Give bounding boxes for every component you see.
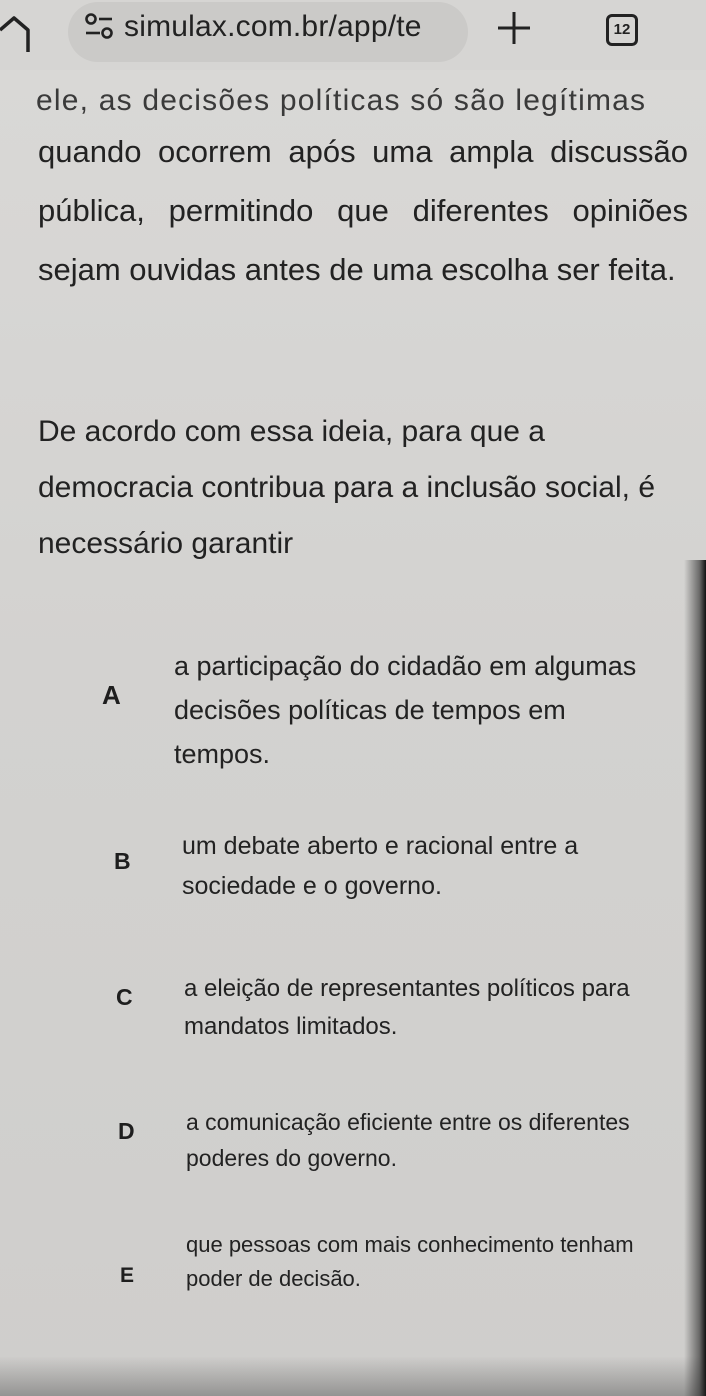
question-prompt: De acordo com essa ideia, para que a dem… (38, 415, 656, 560)
site-settings-icon[interactable] (82, 12, 116, 42)
option-d[interactable]: D a comunicação eficiente entre os difer… (74, 1084, 678, 1186)
passage-text: quando ocorrem após uma ampla discussão … (38, 134, 688, 287)
home-button[interactable] (0, 12, 46, 54)
option-text: um debate aberto e racional entre a soci… (182, 832, 579, 900)
passage-partial-line: ele, as decisões políticas só são legíti… (36, 84, 647, 117)
option-a[interactable]: A a participação do cidadão em algumas d… (74, 636, 678, 786)
option-letter: A (102, 680, 121, 710)
option-text: a eleição de representantes políticos pa… (184, 975, 630, 1040)
new-tab-button[interactable] (494, 8, 534, 48)
option-letter: D (118, 1118, 135, 1144)
option-b[interactable]: B um debate aberto e racional entre a so… (74, 812, 678, 918)
screen-edge-shadow (684, 560, 706, 1396)
option-c[interactable]: C a eleição de representantes políticos … (74, 946, 678, 1056)
tab-switcher-button[interactable]: 12 (606, 14, 638, 46)
browser-toolbar: simulax.com.br/app/te 12 (0, 0, 706, 70)
screen-bottom-shadow (0, 1356, 706, 1396)
home-icon (0, 16, 30, 52)
option-text: a comunicação eficiente entre os diferen… (186, 1109, 630, 1171)
option-text: a participação do cidadão em algumas dec… (174, 651, 637, 769)
option-letter: E (120, 1264, 135, 1287)
option-letter: B (114, 848, 131, 874)
plus-icon (498, 12, 530, 44)
option-e[interactable]: E que pessoas com mais conhecimento tenh… (74, 1214, 678, 1344)
option-letter: C (116, 984, 133, 1010)
option-text: que pessoas com mais conhecimento tenham… (186, 1232, 634, 1291)
question-page: ele, as decisões políticas só são legíti… (0, 70, 706, 1396)
address-bar-url[interactable]: simulax.com.br/app/te (124, 10, 464, 44)
